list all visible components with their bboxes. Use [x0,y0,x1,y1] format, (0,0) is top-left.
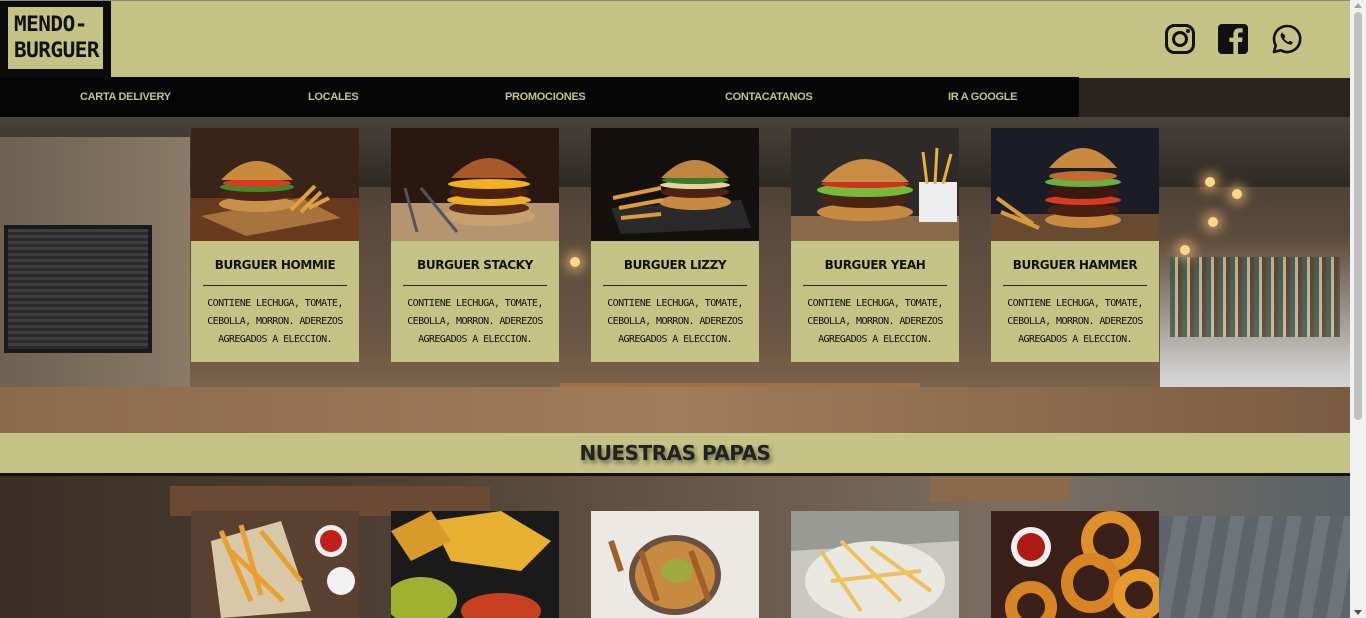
papas-photo [391,511,559,618]
burger-photo [191,128,359,241]
burger-description: CONTIENE LECHUGA, TOMATE, CEBOLLA, MORRO… [1007,298,1143,345]
instagram-icon[interactable] [1164,23,1196,55]
scroll-down-icon[interactable] [1354,610,1362,615]
vertical-scrollbar[interactable] [1350,0,1366,618]
papas-card[interactable] [191,511,359,618]
papas-card[interactable] [591,511,759,618]
burger-description: CONTIENE LECHUGA, TOMATE, CEBOLLA, MORRO… [207,298,343,345]
papas-section-header: NUESTRAS PAPAS [0,433,1350,476]
papas-card[interactable] [991,511,1159,618]
nav-contacatanos[interactable]: CONTACATANOS [725,77,813,117]
burger-name: BURGUER HAMMER [1012,258,1138,272]
burger-card[interactable]: BURGUER LIZZY CONTIENE LECHUGA, TOMATE, … [591,128,759,362]
nav-carta-delivery[interactable]: CARTA DELIVERY [80,77,171,117]
burger-description: CONTIENE LECHUGA, TOMATE, CEBOLLA, MORRO… [607,298,743,345]
nav-promociones[interactable]: PROMOCIONES [505,77,586,117]
divider [603,285,747,286]
main-nav: CARTA DELIVERY LOCALES PROMOCIONES CONTA… [0,77,1079,117]
site-header: MENDO- BURGUER [0,0,1350,78]
burger-card[interactable]: BURGUER HAMMER CONTIENE LECHUGA, TOMATE,… [991,128,1159,362]
nav-ir-a-google[interactable]: IR A GOOGLE [948,77,1018,117]
burger-name: BURGUER STACKY [417,258,533,272]
divider [203,285,347,286]
facebook-icon[interactable] [1217,23,1249,55]
scroll-up-icon[interactable] [1354,3,1362,8]
scroll-thumb[interactable] [1354,12,1362,420]
burger-name: BURGUER YEAH [824,258,926,272]
divider [803,285,947,286]
papas-photo [591,511,759,618]
papas-photo [191,511,359,618]
papas-photo [991,511,1159,618]
divider [403,285,547,286]
burger-card[interactable]: BURGUER YEAH CONTIENE LECHUGA, TOMATE, C… [791,128,959,362]
page: MENDO- BURGUER CARTA DELIVERY LOCALES PR… [0,0,1350,618]
burger-card[interactable]: BURGUER STACKY CONTIENE LECHUGA, TOMATE,… [391,128,559,362]
burger-name: BURGUER LIZZY [623,258,727,272]
logo[interactable]: MENDO- BURGUER [0,1,111,78]
burger-photo [391,128,559,241]
whatsapp-icon[interactable] [1271,23,1303,55]
burger-card[interactable]: BURGUER HOMMIE CONTIENE LECHUGA, TOMATE,… [191,128,359,362]
divider [1003,285,1147,286]
papas-card[interactable] [791,511,959,618]
logo-line-1: MENDO- [14,12,87,36]
logo-text: MENDO- BURGUER [8,7,103,69]
burger-photo [791,128,959,241]
burger-name: BURGUER HOMMIE [214,258,336,272]
burger-photo [591,128,759,241]
burger-photo [991,128,1159,241]
logo-line-2: BURGUER [14,38,100,62]
burger-description: CONTIENE LECHUGA, TOMATE, CEBOLLA, MORRO… [807,298,943,345]
nav-locales[interactable]: LOCALES [308,77,359,117]
section-title: NUESTRAS PAPAS [579,441,771,465]
burger-description: CONTIENE LECHUGA, TOMATE, CEBOLLA, MORRO… [407,298,543,345]
papas-photo [791,511,959,618]
papas-card[interactable] [391,511,559,618]
